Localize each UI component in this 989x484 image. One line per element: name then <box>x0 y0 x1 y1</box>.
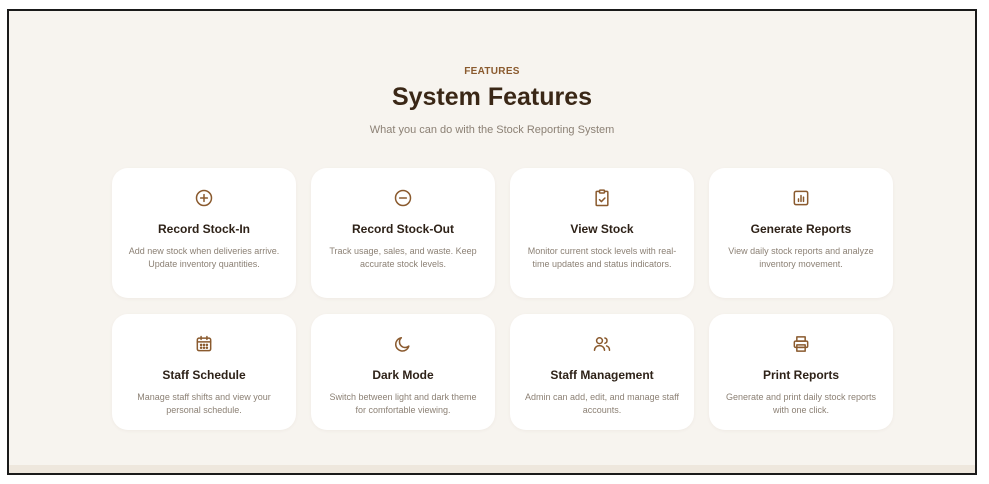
feature-description: Add new stock when deliveries arrive. Up… <box>128 246 280 269</box>
feature-card-staff-schedule: Staff Schedule Manage staff shifts and v… <box>112 314 296 430</box>
feature-title: Print Reports <box>762 368 839 382</box>
features-section: FEATURES System Features What you can do… <box>7 9 977 475</box>
feature-description: Admin can add, edit, and manage staff ac… <box>525 392 679 415</box>
feature-card-generate-reports: Generate Reports View daily stock report… <box>709 168 893 298</box>
feature-description: Monitor current stock levels with real-t… <box>527 246 677 269</box>
moon-icon <box>393 334 413 354</box>
feature-description: Track usage, sales, and waste. Keep accu… <box>329 246 477 269</box>
section-subtitle: What you can do with the Stock Reporting… <box>369 124 615 136</box>
feature-title: Dark Mode <box>372 368 434 382</box>
clipboard-check-icon <box>592 188 612 208</box>
feature-description: Switch between light and dark theme for … <box>329 392 477 415</box>
minus-circle-icon <box>393 188 413 208</box>
printer-icon <box>791 334 811 354</box>
feature-card-record-stock-out: Record Stock-Out Track usage, sales, and… <box>311 168 495 298</box>
feature-title: Generate Reports <box>750 222 852 236</box>
bottom-divider <box>9 465 975 473</box>
calendar-icon <box>194 334 214 354</box>
feature-title: Staff Management <box>550 368 654 382</box>
feature-title: Record Stock-In <box>157 222 250 236</box>
feature-card-staff-management: Staff Management Admin can add, edit, an… <box>510 314 694 430</box>
users-icon <box>592 334 612 354</box>
feature-title: Record Stock-Out <box>351 222 454 236</box>
feature-description: View daily stock reports and analyze inv… <box>728 246 874 269</box>
feature-description: Generate and print daily stock reports w… <box>725 392 877 415</box>
plus-circle-icon <box>194 188 214 208</box>
section-title: System Features <box>391 83 593 111</box>
feature-card-view-stock: View Stock Monitor current stock levels … <box>510 168 694 298</box>
feature-card-dark-mode: Dark Mode Switch between light and dark … <box>311 314 495 430</box>
feature-description: Manage staff shifts and view your person… <box>137 392 271 415</box>
feature-card-print-reports: Print Reports Generate and print daily s… <box>709 314 893 430</box>
feature-title: Staff Schedule <box>162 368 246 382</box>
section-eyebrow: FEATURES <box>464 66 520 77</box>
feature-card-record-stock-in: Record Stock-In Add new stock when deliv… <box>112 168 296 298</box>
feature-title: View Stock <box>570 222 634 236</box>
bar-chart-icon <box>791 188 811 208</box>
